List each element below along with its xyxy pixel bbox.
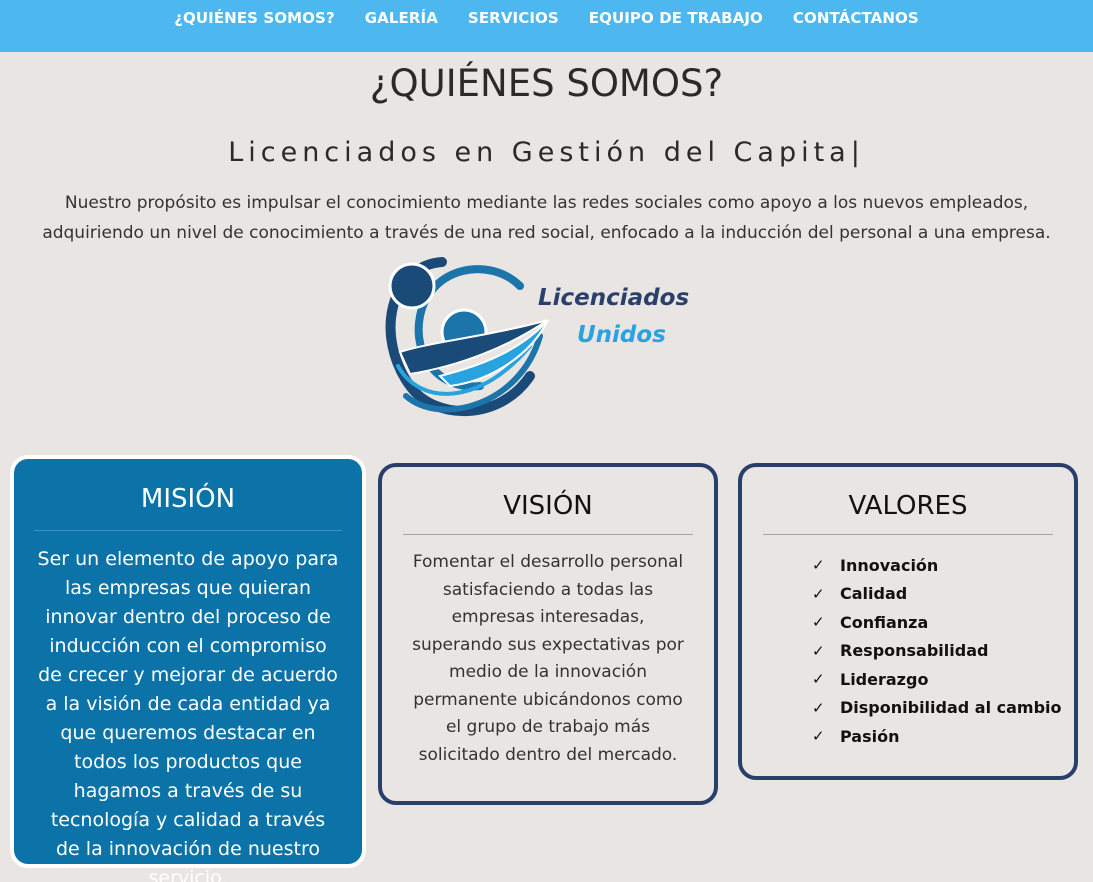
nav-link-galeria[interactable]: GALERÍA — [365, 9, 438, 27]
mision-title: MISIÓN — [140, 484, 236, 514]
intro-paragraph: Nuestro propósito es impulsar el conocim… — [42, 193, 1051, 243]
valores-card: VALORES ✓ Innovación ✓ Calidad ✓ Confianza … — [738, 463, 1078, 780]
list-item: ✓ Confianza — [812, 608, 1074, 637]
valores-title: VALORES — [848, 491, 968, 521]
valor-label: Pasión — [840, 726, 900, 746]
check-icon: ✓ — [812, 556, 825, 575]
logo-wordmark-line2: Unidos — [577, 322, 666, 348]
vision-title: VISIÓN — [503, 491, 593, 521]
check-icon: ✓ — [812, 641, 825, 660]
vision-card: VISIÓN Fomentar el desarrollo personal s… — [378, 463, 718, 805]
check-icon: ✓ — [812, 613, 825, 632]
nav-link-equipo-de-trabajo[interactable]: EQUIPO DE TRABAJO — [589, 9, 763, 27]
top-navigation: ¿QUIÉNES SOMOS? GALERÍA SERVICIOS EQUIPO… — [0, 0, 1093, 52]
logo-wordmark-line1: Licenciados — [538, 285, 689, 311]
company-logo: Licenciados Unidos — [380, 256, 700, 422]
list-item: ✓ Liderazgo — [812, 665, 1074, 694]
valores-list: ✓ Innovación ✓ Calidad ✓ Confianza ✓ Respons… — [742, 551, 1074, 751]
list-item: ✓ Responsabilidad — [812, 637, 1074, 666]
vision-text: Fomentar el desarrollo personal satisfac… — [412, 552, 684, 765]
nav-link-quienes-somos[interactable]: ¿QUIÉNES SOMOS? — [174, 9, 335, 27]
check-icon: ✓ — [812, 670, 825, 689]
list-item: ✓ Disponibilidad al cambio — [812, 694, 1074, 723]
nav-link-contactanos[interactable]: CONTÁCTANOS — [793, 9, 919, 27]
valor-label: Innovación — [840, 555, 939, 575]
mision-card: MISIÓN Ser un elemento de apoyo para las… — [10, 455, 366, 882]
valores-divider — [763, 534, 1053, 535]
list-item: ✓ Pasión — [812, 722, 1074, 751]
check-icon: ✓ — [812, 584, 825, 603]
list-item: ✓ Innovación — [812, 551, 1074, 580]
nav-link-servicios[interactable]: SERVICIOS — [468, 9, 559, 27]
valor-label: Responsabilidad — [840, 641, 989, 661]
page-subtitle: Licenciados en Gestión del Capita| — [228, 137, 865, 168]
check-icon: ✓ — [812, 727, 825, 746]
mision-text: Ser un elemento de apoyo para las empres… — [37, 548, 339, 882]
valor-label: Liderazgo — [840, 669, 929, 689]
list-item: ✓ Calidad — [812, 580, 1074, 609]
valor-label: Disponibilidad al cambio — [840, 698, 1062, 718]
valor-label: Confianza — [840, 612, 929, 632]
page-title: ¿QUIÉNES SOMOS? — [369, 62, 724, 105]
valor-label: Calidad — [840, 584, 908, 604]
check-icon: ✓ — [812, 698, 825, 717]
logo-emblem-icon: Licenciados Unidos — [385, 257, 689, 417]
